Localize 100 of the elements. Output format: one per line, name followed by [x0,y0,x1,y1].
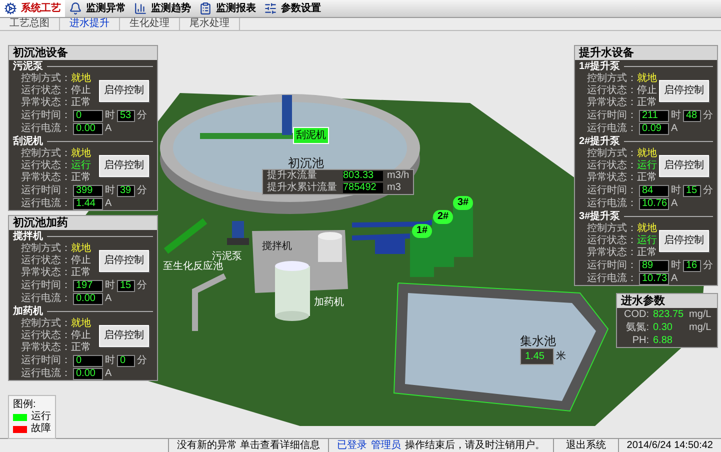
sludge-pipe [192,273,226,331]
row-label: 运行时间： [21,356,71,366]
row-label: 异常状态： [587,173,637,183]
run-status-value: 运行 [637,236,657,246]
row-label: 运行状态： [587,236,637,246]
login-hint: 操作结束后，请及时注销用户。 [404,440,545,450]
row-label: 运行电流： [587,274,637,284]
control-mode-value: 就地 [637,74,657,84]
start-stop-button[interactable]: 启停控制 [99,80,149,102]
param-unit: mg/L [689,310,712,320]
group-title: 3#提升泵 [579,212,620,222]
login-status: 已登录 [336,440,367,450]
alarm-status-link[interactable]: 没有新的异常 单击查看详细信息 [168,439,328,452]
row-label: 异常状态： [21,343,71,353]
control-mode-value: 就地 [71,319,91,329]
group-title: 加药机 [13,306,43,316]
unit-label: A [671,198,678,208]
control-mode-value: 就地 [71,74,91,84]
param-value: 6.88 [653,336,674,346]
row-label: 异常状态： [21,268,71,278]
pipe-label: 至生化反应池 [163,260,223,274]
row-label: 异常状态： [21,173,71,183]
flow-value: 803.33 [343,171,383,181]
row-label: 控制方式： [21,149,71,159]
runtime-minutes-display: 16 [683,260,701,272]
logout-button[interactable]: 退出系统 [552,439,618,452]
start-stop-button[interactable]: 启停控制 [99,155,149,177]
row-label: 控制方式： [21,319,71,329]
start-stop-button[interactable]: 启停控制 [99,325,149,347]
unit-label: A [671,124,678,134]
unit-label: 分 [703,260,713,270]
run-status-value: 停止 [71,256,91,266]
param-value: 0.30 [653,322,674,332]
flow-label: 提升水累计流量 [267,183,338,193]
param-value: 823.75 [653,310,685,320]
unit-label: 时 [671,260,681,270]
start-stop-button[interactable]: 启停控制 [659,155,709,177]
menu-tab[interactable]: 监测趋势 [130,0,195,17]
param-label: PH: [631,336,649,346]
current-display: 10.76 [639,198,669,210]
row-label: 运行时间： [21,280,71,290]
runtime-hours-display: 89 [639,260,669,272]
fault-status-value: 正常 [637,173,657,183]
runtime-minutes-display: 15 [683,184,701,196]
legend-label: 运行 [31,412,51,422]
group-title: 污泥泵 [13,62,43,72]
sub-tab[interactable]: 工艺总图 [0,18,60,30]
gear-icon [4,2,17,15]
row-label: 运行时间： [587,260,637,270]
unit-label: 分 [137,186,147,196]
unit-label: A [105,368,112,378]
sub-tab[interactable]: 尾水处理 [180,18,240,30]
fault-status-value: 正常 [637,248,657,258]
scraper-tag: 刮泥机 [293,127,329,144]
row-label: 运行时间： [21,110,71,120]
param-unit: mg/L [689,322,712,332]
row-label: 运行电流： [587,124,637,134]
runtime-hours-display: 399 [73,184,103,196]
row-label: 控制方式： [587,74,637,84]
row-label: 运行状态： [587,161,637,171]
row-label: 运行状态： [21,86,71,96]
sub-tab[interactable]: 生化处理 [120,18,180,30]
runtime-hours-display: 0 [73,354,103,366]
unit-label: 时 [105,280,115,290]
row-label: 运行状态： [21,256,71,266]
start-stop-button[interactable]: 启停控制 [659,230,709,252]
row-label: 运行电流： [21,294,71,304]
runtime-minutes-display: 0 [117,354,135,366]
runtime-hours-display: 0 [73,110,103,122]
start-stop-button[interactable]: 启停控制 [99,250,149,272]
equipment-label: 污泥泵 [212,250,242,262]
menu-tab[interactable]: 参数设置 [260,0,325,17]
row-label: 控制方式： [21,74,71,84]
control-mode-value: 就地 [71,149,91,159]
tank-label: 初沉池 [288,155,324,170]
unit-label: 分 [137,356,147,366]
row-label: 运行电流： [21,368,71,378]
unit-label: A [105,198,112,208]
unit-label: 分 [137,280,147,290]
menu-tab[interactable]: 监测异常 [65,0,130,17]
fault-status-value: 正常 [71,173,91,183]
runtime-minutes-display: 53 [117,110,135,122]
menu-tab[interactable]: 系统工艺 [0,0,65,17]
pool-label: 集水池 [520,333,556,350]
run-status-value: 运行 [637,161,657,171]
start-stop-button[interactable]: 启停控制 [659,80,709,102]
row-label: 运行状态： [21,161,71,171]
runtime-minutes-display: 39 [117,184,135,196]
flow-unit: m3 [387,183,401,193]
panel-title: 进水参数 [617,294,717,308]
unit-label: 时 [671,186,681,196]
row-label: 运行电流： [21,198,71,208]
flow-unit: m3/h [387,171,410,181]
row-label: 异常状态： [587,98,637,108]
sub-tab[interactable]: 进水提升 [60,18,120,30]
run-status-value: 运行 [71,161,91,171]
param-label: COD: [623,310,649,320]
panel-title: 提升水设备 [575,46,717,60]
menu-tab[interactable]: 监测报表 [195,0,260,17]
unit-label: A [105,124,112,134]
